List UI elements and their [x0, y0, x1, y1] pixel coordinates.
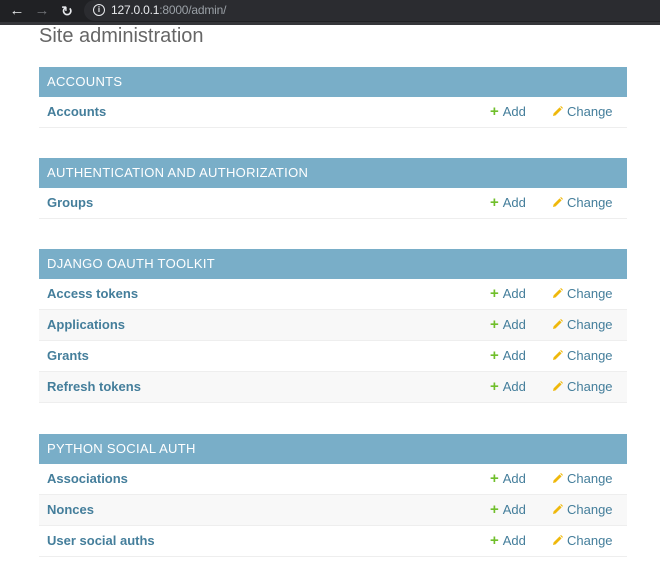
pencil-icon — [552, 287, 563, 302]
change-label: Change — [567, 533, 613, 548]
change-label: Change — [567, 502, 613, 517]
model-link-nonces[interactable]: Nonces — [47, 502, 94, 517]
model-row: Grants + Add Change — [39, 341, 627, 372]
forward-arrow-icon[interactable]: → — [33, 2, 51, 20]
url-text[interactable]: 127.0.0.1:8000/admin/ — [111, 3, 226, 18]
add-link[interactable]: + Add — [490, 348, 526, 363]
add-label: Add — [502, 379, 526, 394]
change-link[interactable]: Change — [552, 286, 613, 302]
model-row: Access tokens + Add Change — [39, 279, 627, 310]
model-row: Accounts + Add Change — [39, 97, 627, 128]
change-label: Change — [567, 317, 613, 332]
add-link[interactable]: + Add — [490, 533, 526, 548]
change-link[interactable]: Change — [552, 317, 613, 333]
plus-icon: + — [490, 194, 499, 211]
change-label: Change — [567, 379, 613, 394]
address-bar[interactable]: i 127.0.0.1:8000/admin/ — [84, 0, 660, 21]
add-label: Add — [502, 502, 526, 517]
model-row: Applications + Add Change — [39, 310, 627, 341]
pencil-icon — [552, 380, 563, 395]
plus-icon: + — [490, 470, 499, 487]
model-row: Refresh tokens + Add Change — [39, 372, 627, 403]
add-link[interactable]: + Add — [490, 502, 526, 517]
add-label: Add — [502, 104, 526, 119]
plus-icon: + — [490, 316, 499, 333]
change-link[interactable]: Change — [552, 502, 613, 518]
app-module-authentication-and-authorization: AUTHENTICATION AND AUTHORIZATION Groups … — [39, 158, 627, 219]
plus-icon: + — [490, 103, 499, 120]
add-label: Add — [502, 195, 526, 210]
add-link[interactable]: + Add — [490, 195, 526, 210]
app-module-header[interactable]: AUTHENTICATION AND AUTHORIZATION — [39, 158, 627, 188]
plus-icon: + — [490, 285, 499, 302]
add-link[interactable]: + Add — [490, 104, 526, 119]
change-link[interactable]: Change — [552, 104, 613, 120]
add-label: Add — [502, 286, 526, 301]
change-link[interactable]: Change — [552, 195, 613, 211]
change-label: Change — [567, 471, 613, 486]
model-link-accounts[interactable]: Accounts — [47, 104, 106, 119]
model-link-refresh-tokens[interactable]: Refresh tokens — [47, 379, 141, 394]
pencil-icon — [552, 349, 563, 364]
plus-icon: + — [490, 347, 499, 364]
app-module-accounts: ACCOUNTS Accounts + Add Change — [39, 67, 627, 128]
url-path: :8000/admin/ — [159, 3, 227, 17]
plus-icon: + — [490, 378, 499, 395]
app-module-header[interactable]: ACCOUNTS — [39, 67, 627, 97]
back-arrow-icon[interactable]: ← — [8, 2, 26, 20]
app-module-header[interactable]: PYTHON SOCIAL AUTH — [39, 434, 627, 464]
pencil-icon — [552, 534, 563, 549]
app-module-header[interactable]: DJANGO OAUTH TOOLKIT — [39, 249, 627, 279]
add-label: Add — [502, 533, 526, 548]
model-row: Groups + Add Change — [39, 188, 627, 219]
plus-icon: + — [490, 532, 499, 549]
add-label: Add — [502, 471, 526, 486]
pencil-icon — [552, 196, 563, 211]
add-link[interactable]: + Add — [490, 317, 526, 332]
pencil-icon — [552, 318, 563, 333]
model-row: Nonces + Add Change — [39, 495, 627, 526]
add-link[interactable]: + Add — [490, 286, 526, 301]
app-module-django-oauth-toolkit: DJANGO OAUTH TOOLKIT Access tokens + Add … — [39, 249, 627, 403]
change-label: Change — [567, 195, 613, 210]
app-module-python-social-auth: PYTHON SOCIAL AUTH Associations + Add Cha… — [39, 434, 627, 557]
change-link[interactable]: Change — [552, 471, 613, 487]
page-title: Site administration — [39, 25, 204, 47]
reload-icon[interactable]: ↻ — [58, 2, 76, 20]
pencil-icon — [552, 503, 563, 518]
model-row: Associations + Add Change — [39, 464, 627, 495]
add-link[interactable]: + Add — [490, 379, 526, 394]
pencil-icon — [552, 105, 563, 120]
add-link[interactable]: + Add — [490, 471, 526, 486]
change-label: Change — [567, 348, 613, 363]
model-link-groups[interactable]: Groups — [47, 195, 93, 210]
model-link-user-social-auths[interactable]: User social auths — [47, 533, 155, 548]
change-link[interactable]: Change — [552, 379, 613, 395]
add-label: Add — [502, 317, 526, 332]
change-link[interactable]: Change — [552, 533, 613, 549]
change-label: Change — [567, 286, 613, 301]
add-label: Add — [502, 348, 526, 363]
pencil-icon — [552, 472, 563, 487]
url-host: 127.0.0.1 — [111, 3, 160, 17]
change-label: Change — [567, 104, 613, 119]
plus-icon: + — [490, 501, 499, 518]
model-link-applications[interactable]: Applications — [47, 317, 125, 332]
model-link-associations[interactable]: Associations — [47, 471, 128, 486]
info-icon[interactable]: i — [93, 4, 105, 16]
browser-toolbar: ← → ↻ i 127.0.0.1:8000/admin/ — [0, 0, 660, 25]
change-link[interactable]: Change — [552, 348, 613, 364]
model-row: User social auths + Add Change — [39, 526, 627, 557]
model-link-access-tokens[interactable]: Access tokens — [47, 286, 138, 301]
model-link-grants[interactable]: Grants — [47, 348, 89, 363]
